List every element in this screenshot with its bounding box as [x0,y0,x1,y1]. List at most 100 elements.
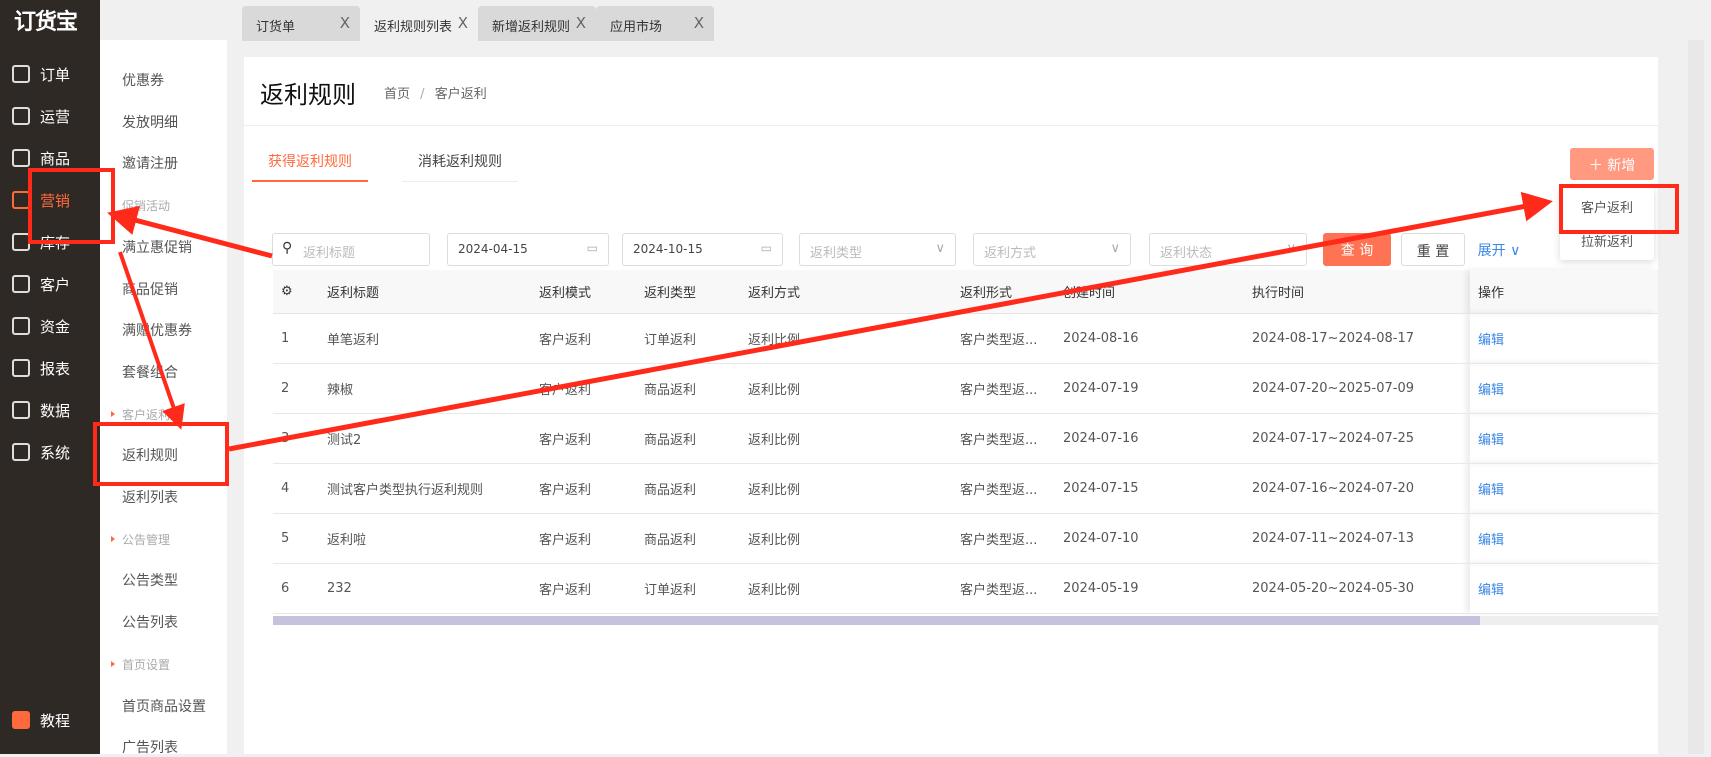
nav-item-2[interactable]: 商品 [12,146,70,170]
submenu-item[interactable]: 优惠券 [122,70,164,90]
nav-item-tutorial[interactable]: 教程 [12,708,70,732]
table-cell: 2024-08-17~2024-08-17 [1252,313,1470,364]
edit-link[interactable]: 编辑 [1478,483,1504,498]
edit-link[interactable]: 编辑 [1478,433,1504,448]
submenu-item[interactable]: 满赠优惠券 [122,320,192,340]
edit-link[interactable]: 编辑 [1478,583,1504,598]
edit-link[interactable]: 编辑 [1478,333,1504,348]
nav-label: 报表 [40,359,71,378]
add-menu-referral-rebate[interactable]: 拉新返利 [1560,222,1654,256]
submenu-group: 首页设置 [110,657,171,672]
nav-label: 订单 [40,65,71,84]
nav-item-3[interactable]: 营销 [12,188,70,212]
table-cell: 4 [273,463,327,514]
table-cell: 2024-05-20~2024-05-30 [1252,563,1470,614]
table-cell: 客户返利 [539,563,644,614]
add-menu-customer-rebate[interactable]: 客户返利 [1560,188,1654,222]
table-cell: 测试客户类型执行返利规则 [327,463,539,514]
column-settings-icon[interactable]: ⚙ [273,270,327,314]
submenu-item[interactable]: 商品促销 [122,279,178,299]
table-cell: 客户返利 [539,313,644,364]
placeholder: 返利状态 [1160,246,1213,261]
horizontal-scrollbar[interactable] [273,616,1480,625]
breadcrumb-home[interactable]: 首页 [384,87,410,102]
edit-link[interactable]: 编辑 [1478,533,1504,548]
tab-label: 应用市场 [610,20,663,35]
submenu-item[interactable]: 返利列表 [122,487,178,507]
window-tab[interactable]: 返利规则列表 X [360,6,478,41]
submenu-item[interactable]: 返利规则 [122,445,178,465]
nav-item-4[interactable]: 库存 [12,230,70,254]
table-cell: 2024-07-15 [1063,463,1252,514]
tab-label: 订货单 [256,20,296,35]
chevron-down-icon: ∨ [935,241,945,256]
rebate-type-select[interactable]: 返利类型 ∨ [799,233,956,266]
table-cell: 客户类型返... [960,513,1063,564]
submenu-item[interactable]: 套餐组合 [122,362,178,382]
tab-earn-rules[interactable]: 获得返利规则 [252,151,368,182]
nav-item-1[interactable]: 运营 [12,104,70,128]
tab-label: 返利规则列表 [374,20,453,35]
data-icon [12,401,30,419]
close-icon[interactable]: X [694,14,704,32]
placeholder: 返利标题 [303,246,356,261]
end-date-input[interactable]: 2024-10-15 ▭ [622,233,783,266]
table-cell: 商品返利 [644,413,748,464]
search-icon: ⚲ [282,240,293,256]
start-date-input[interactable]: 2024-04-15 ▭ [447,233,609,266]
submenu-item[interactable]: 邀请注册 [122,153,178,173]
window-tab[interactable]: 新增返利规则 X [478,6,596,41]
table-cell: 返利啦 [327,513,539,564]
vertical-scrollbar[interactable] [1688,40,1704,754]
bag-icon [12,191,30,209]
chevron-down-icon: ∨ [1510,243,1521,259]
window-tab[interactable]: 订货单 X [242,6,360,41]
rebate-status-select[interactable]: 返利状态 ∨ [1149,233,1307,266]
table-cell: 6 [273,563,327,614]
table-cell: 2024-05-19 [1063,563,1252,614]
table-cell: 2024-07-16~2024-07-20 [1252,463,1470,514]
close-icon[interactable]: X [340,14,350,32]
nav-item-8[interactable]: 数据 [12,398,70,422]
table-cell: 订单返利 [644,313,748,364]
col-header: 返利方式 [748,270,960,314]
placeholder: 返利类型 [810,246,863,261]
tab-consume-rules[interactable]: 消耗返利规则 [402,151,518,182]
query-button[interactable]: 查 询 [1323,233,1391,266]
rebate-method-select[interactable]: 返利方式 ∨ [973,233,1131,266]
submenu-item[interactable]: 广告列表 [122,737,178,757]
submenu-item[interactable]: 满立惠促销 [122,237,192,257]
nav-item-9[interactable]: 系统 [12,440,70,464]
nav-item-7[interactable]: 报表 [12,356,70,380]
table-cell: 返利比例 [748,563,960,614]
table-row: 3 测试2 客户返利 商品返利 返利比例 客户类型返... 2024-07-16 2024-0… [273,413,1658,464]
title-search-input[interactable]: ⚲ 返利标题 [272,233,430,266]
content-card: 返利规则 首页 / 客户返利 获得返利规则 消耗返利规则 ＋ 新增 客户返利 拉… [244,57,1658,754]
submenu-item[interactable]: 首页商品设置 [122,696,206,716]
expand-label: 展开 [1477,243,1506,259]
nav-item-6[interactable]: 资金 [12,314,70,338]
breadcrumb-sep: / [420,87,425,102]
edit-link[interactable]: 编辑 [1478,383,1504,398]
nav-item-5[interactable]: 客户 [12,272,70,296]
table-cell: 3 [273,413,327,464]
expand-toggle[interactable]: 展开 ∨ [1474,233,1524,266]
table-cell: 辣椒 [327,363,539,414]
nav-label: 客户 [40,275,71,294]
submenu-item[interactable]: 公告类型 [122,570,178,590]
submenu-item[interactable]: 公告列表 [122,612,178,632]
nav-item-0[interactable]: 订单 [12,62,70,86]
close-icon[interactable]: X [458,14,468,32]
nav-label: 商品 [40,149,71,168]
monitor-icon [12,443,30,461]
money-bag-icon [12,317,30,335]
table-cell: 客户返利 [539,513,644,564]
close-icon[interactable]: X [576,14,586,32]
breadcrumb: 首页 / 客户返利 [384,83,487,102]
window-tab[interactable]: 应用市场 X [596,6,714,41]
add-button[interactable]: ＋ 新增 [1570,148,1654,180]
logo: 订货宝 [14,10,78,35]
submenu-item[interactable]: 发放明细 [122,112,178,132]
reset-button[interactable]: 重 置 [1401,233,1465,266]
grid-icon [12,149,30,167]
